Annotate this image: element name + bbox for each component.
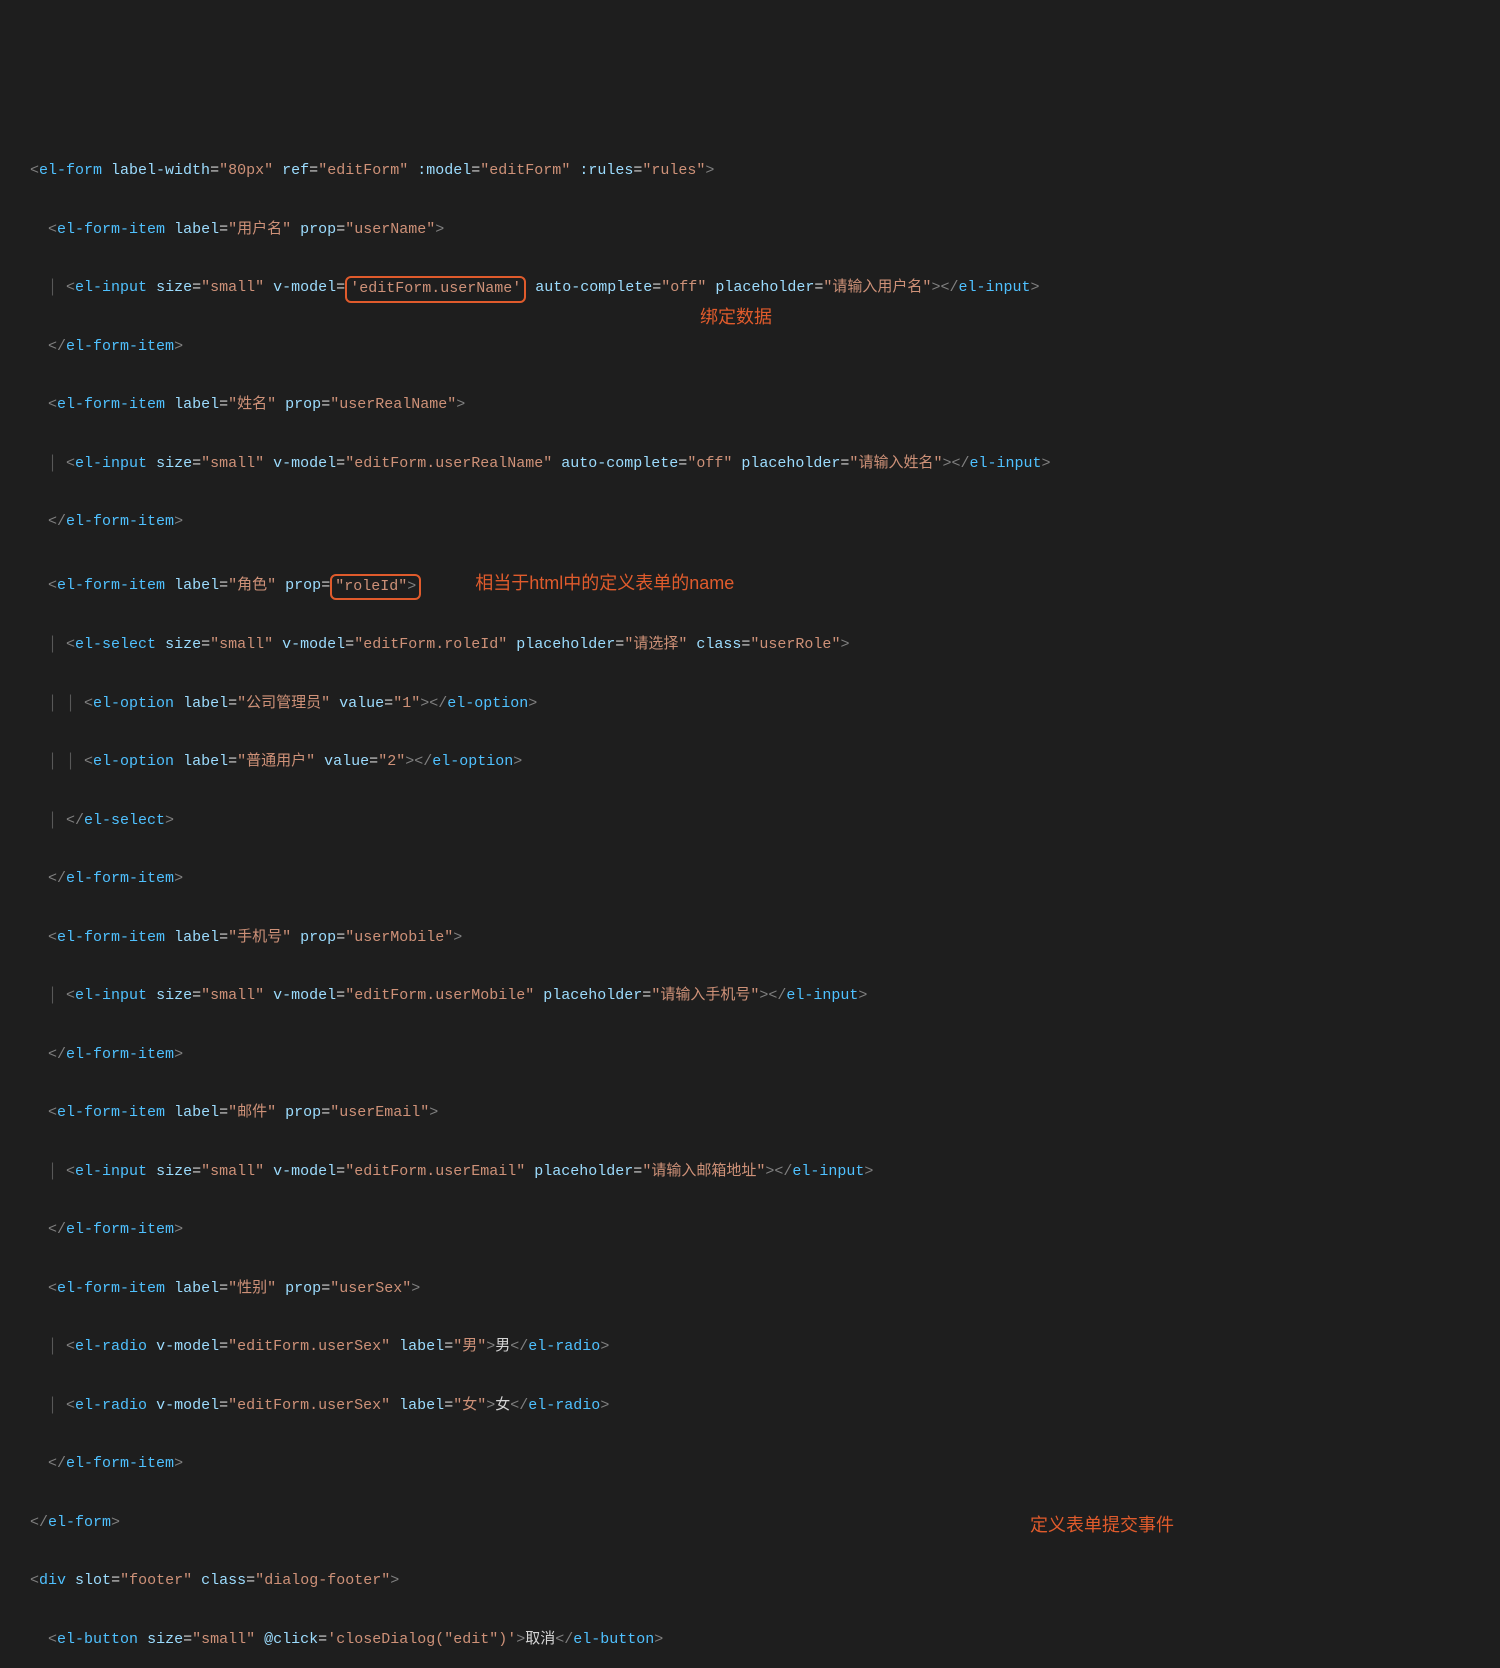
code-line[interactable]: │ <el-select size="small" v-model="editF… bbox=[30, 630, 1500, 659]
code-line[interactable]: <el-form-item label="用户名" prop="userName… bbox=[30, 215, 1500, 244]
annotation-submit-event: 定义表单提交事件 bbox=[1030, 1508, 1174, 1543]
code-line[interactable]: <el-form-item label="姓名" prop="userRealN… bbox=[30, 390, 1500, 419]
code-line[interactable]: </el-form-item> bbox=[30, 864, 1500, 893]
code-line[interactable]: │ <el-input size="small" v-model="editFo… bbox=[30, 449, 1500, 478]
code-line[interactable]: │ <el-radio v-model="editForm.userSex" l… bbox=[30, 1332, 1500, 1361]
code-line[interactable]: <el-form-item label="性别" prop="userSex"> bbox=[30, 1274, 1500, 1303]
code-line[interactable]: │ <el-input size="small" v-model="editFo… bbox=[30, 981, 1500, 1010]
highlight-vmodel: 'editForm.userName' bbox=[345, 276, 526, 303]
code-line[interactable]: <el-form-item label="邮件" prop="userEmail… bbox=[30, 1098, 1500, 1127]
code-line[interactable]: │ <el-radio v-model="editForm.userSex" l… bbox=[30, 1391, 1500, 1420]
highlight-prop-roleid: "roleId"> bbox=[330, 574, 421, 601]
code-line[interactable]: <div slot="footer" class="dialog-footer"… bbox=[30, 1566, 1500, 1595]
code-line[interactable]: │ </el-select> bbox=[30, 806, 1500, 835]
code-line[interactable]: <el-form-item label="手机号" prop="userMobi… bbox=[30, 923, 1500, 952]
code-line[interactable]: │ │ <el-option label="公司管理员" value="1"><… bbox=[30, 689, 1500, 718]
code-line[interactable]: <el-form-item label="角色" prop="roleId"> … bbox=[30, 566, 1500, 601]
code-line[interactable]: </el-form>定义表单提交事件 bbox=[30, 1508, 1500, 1537]
code-line[interactable]: </el-form-item> bbox=[30, 1040, 1500, 1069]
code-line[interactable]: </el-form-item> bbox=[30, 1449, 1500, 1478]
code-line[interactable]: │ <el-input size="small" v-model='editFo… bbox=[30, 273, 1500, 302]
annotation-bind-data: 绑定数据 bbox=[700, 300, 772, 335]
code-line[interactable]: │ │ <el-option label="普通用户" value="2"></… bbox=[30, 747, 1500, 776]
code-line[interactable]: │ <el-input size="small" v-model="editFo… bbox=[30, 1157, 1500, 1186]
code-line[interactable]: </el-form-item> bbox=[30, 507, 1500, 536]
annotation-name: 相当于html中的定义表单的name bbox=[475, 573, 734, 593]
code-line[interactable]: <el-form label-width="80px" ref="editFor… bbox=[30, 156, 1500, 185]
code-line[interactable]: </el-form-item> bbox=[30, 1215, 1500, 1244]
code-line[interactable]: </el-form-item>绑定数据 bbox=[30, 332, 1500, 361]
code-line[interactable]: <el-button size="small" @click='closeDia… bbox=[30, 1625, 1500, 1654]
code-editor[interactable]: <el-form label-width="80px" ref="editFor… bbox=[0, 127, 1500, 1668]
